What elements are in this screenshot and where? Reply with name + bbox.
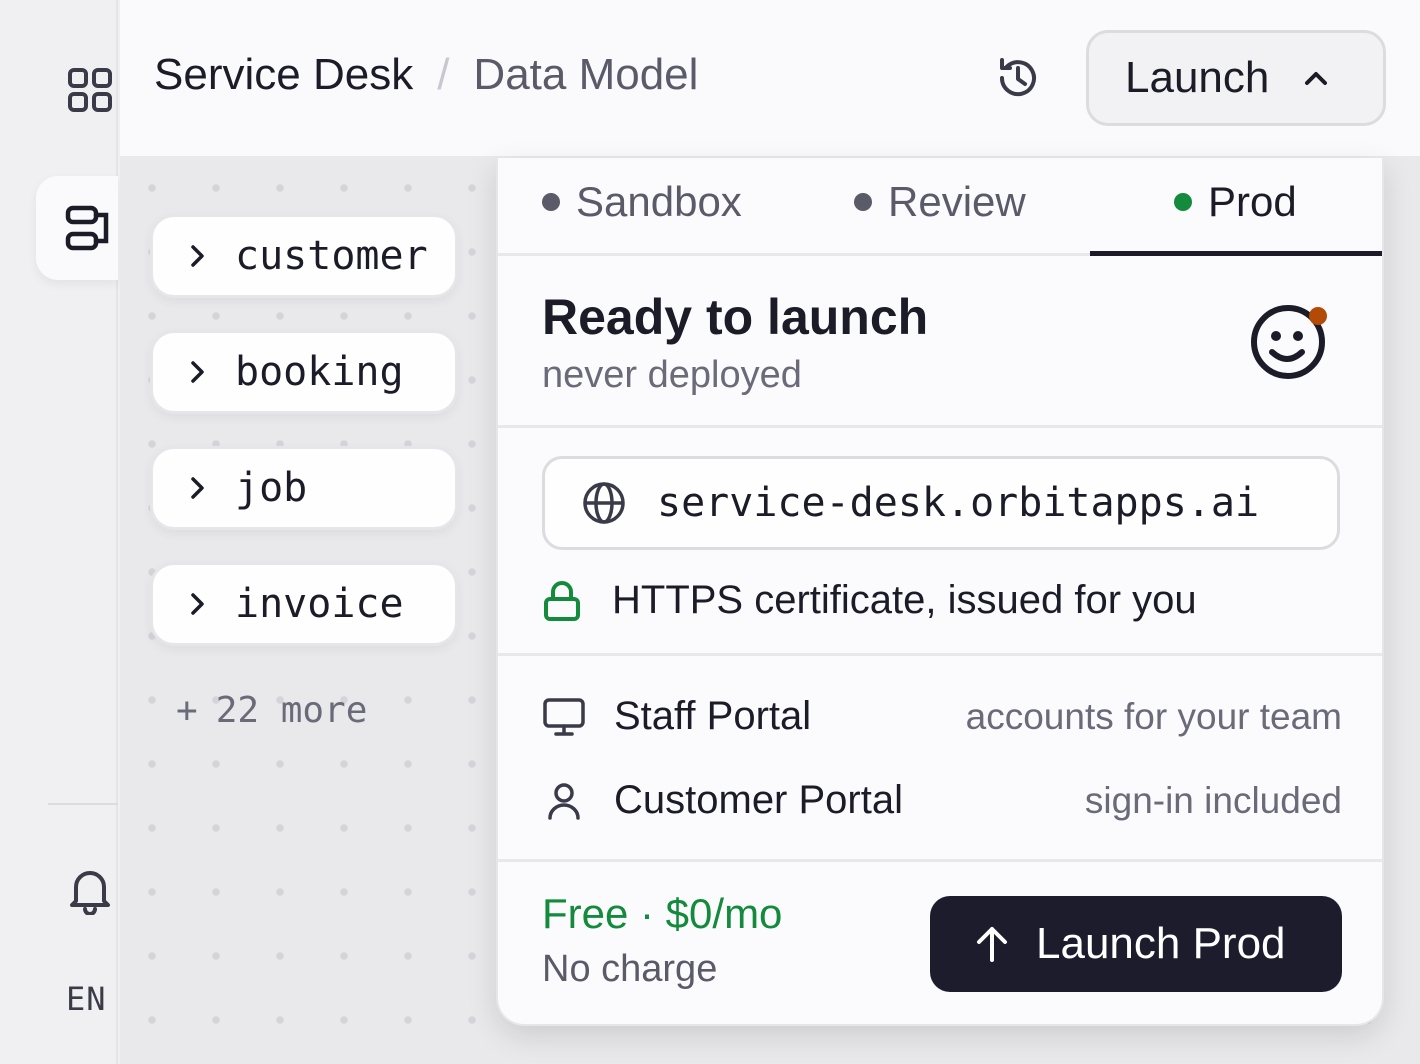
status-title: Ready to launch (542, 289, 929, 345)
left-rail: EN (0, 0, 118, 1064)
tab-label: Review (888, 178, 1026, 225)
breadcrumb-page: Data Model (473, 50, 699, 99)
top-header: Service Desk / Data Model Launch (120, 0, 1420, 156)
entity-name: customer (235, 233, 428, 279)
domain-url: service-desk.orbitapps.ai (657, 480, 1260, 526)
lock-icon (544, 580, 580, 621)
chevron-right-icon (191, 361, 204, 383)
history-icon (999, 58, 1036, 97)
tab-label: Sandbox (576, 178, 742, 225)
portal-row-staff: Staff Portal accounts for your team (542, 694, 1342, 739)
entity-chip-booking[interactable]: booking (150, 330, 458, 414)
portals-section (498, 656, 1382, 862)
more-prefix: + (176, 690, 198, 731)
environment-tabs: Sandbox Review Prod (498, 158, 1382, 256)
breadcrumb-app[interactable]: Service Desk (154, 50, 413, 100)
chevron-right-icon (191, 477, 204, 499)
smiley-icon (1251, 305, 1327, 379)
monitor-icon (543, 697, 585, 736)
portal-description: accounts for your team (965, 695, 1342, 737)
portal-name: Staff Portal (614, 694, 812, 738)
data-model-nav-button[interactable] (36, 176, 118, 280)
launch-menu-button[interactable]: Launch (1086, 30, 1386, 126)
launch-menu-label: Launch (1125, 53, 1270, 102)
entity-chip-job[interactable]: job (150, 446, 458, 530)
portal-row-customer: Customer Portal sign-in included (542, 778, 1342, 823)
entity-name: booking (235, 349, 404, 395)
price-label: Free · $0/mo (542, 890, 783, 937)
globe-icon (583, 482, 625, 524)
entity-chip-invoice[interactable]: invoice (150, 562, 458, 646)
bell-icon (70, 871, 110, 915)
tab-prod[interactable]: Prod (1174, 178, 1297, 226)
https-note: HTTPS certificate, issued for you (542, 578, 1197, 623)
rail-divider (48, 803, 118, 805)
status-subtitle: never deployed (542, 354, 802, 396)
entity-name: invoice (235, 581, 404, 627)
status-dot (854, 193, 872, 211)
chevron-right-icon (191, 593, 204, 615)
chevron-right-icon (191, 245, 204, 267)
charge-note: No charge (542, 948, 718, 990)
breadcrumb: Service Desk / Data Model (154, 50, 698, 100)
entity-chip-customer[interactable]: customer (150, 214, 458, 298)
portal-description: sign-in included (1084, 779, 1342, 821)
tab-label: Prod (1208, 178, 1297, 225)
arrow-up-icon (977, 927, 1007, 962)
https-note-text: HTTPS certificate, issued for you (612, 578, 1197, 622)
more-label: 22 more (215, 690, 368, 731)
tab-review[interactable]: Review (854, 178, 1026, 226)
user-icon (548, 782, 580, 820)
domain-field[interactable]: service-desk.orbitapps.ai (542, 456, 1340, 550)
status-dot (542, 193, 560, 211)
history-button[interactable] (994, 54, 1042, 102)
chevron-up-icon (1305, 72, 1328, 85)
launch-panel: Sandbox Review Prod Ready to launch neve… (496, 158, 1384, 1026)
apps-grid-button[interactable] (58, 58, 122, 122)
launch-prod-button[interactable]: Launch Prod (930, 896, 1342, 992)
tab-sandbox[interactable]: Sandbox (542, 178, 742, 226)
language-switch[interactable]: EN (66, 980, 107, 1018)
entity-name: job (235, 465, 308, 511)
data-model-icon (65, 205, 109, 251)
status-dot (1174, 193, 1192, 211)
apps-grid-icon (68, 68, 112, 112)
more-entities-link[interactable]: + 22 more (176, 690, 367, 731)
portal-name: Customer Portal (614, 778, 903, 822)
breadcrumb-separator: / (437, 50, 450, 99)
launch-prod-label: Launch Prod (1036, 919, 1286, 968)
notifications-button[interactable] (58, 862, 122, 918)
